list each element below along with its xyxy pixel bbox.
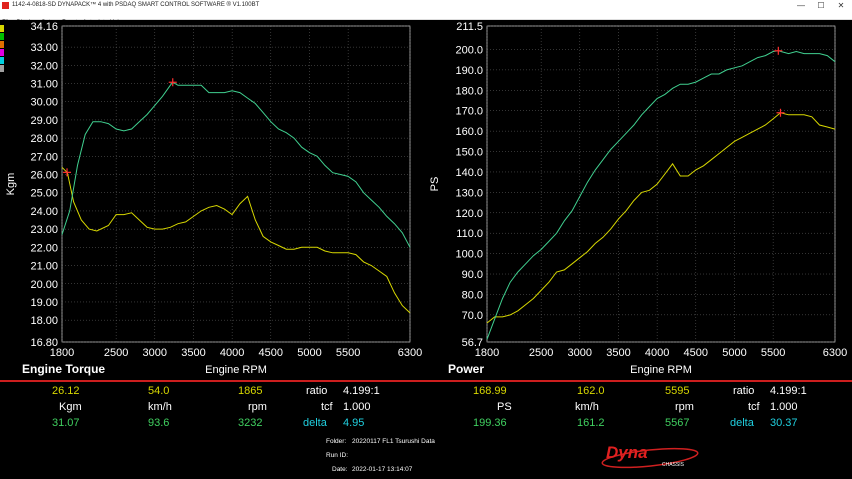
- power-x-tick: 1800: [475, 347, 499, 359]
- torque-x-tick: 5000: [297, 347, 321, 359]
- torque-y-tick: 28.00: [30, 133, 58, 145]
- torque-unit: Kgm: [59, 401, 82, 413]
- runid-label: Run ID:: [326, 452, 349, 459]
- power-y-axis-label: PS: [429, 177, 441, 192]
- date-value: 2022-01-17 13:14:07: [352, 466, 413, 473]
- torque-y-tick: 27.00: [30, 151, 58, 163]
- torque-y-tick: 21.00: [30, 261, 58, 273]
- torque-y-tick: 31.00: [30, 79, 58, 91]
- power-ratio-label: ratio: [733, 385, 755, 397]
- date-label: Date:: [332, 466, 348, 473]
- torque-y-tick: 18.00: [30, 315, 58, 327]
- power-rpm-unit: rpm: [675, 401, 694, 413]
- separator-line: [0, 380, 852, 382]
- power-delta-value: 30.37: [770, 417, 798, 429]
- power-ratio-value: 4.199:1: [770, 385, 807, 397]
- delta-label: delta: [303, 417, 327, 429]
- speed-unit: km/h: [148, 401, 172, 413]
- power-speed-cursor1-value: 162.0: [577, 385, 605, 397]
- power-y-tick: 110.0: [456, 228, 483, 240]
- torque-x-tick: 4000: [220, 347, 244, 359]
- power-y-tick: 200.0: [455, 44, 483, 56]
- folder-value: 20220117 FL1 Tsurushi Data: [352, 438, 435, 445]
- torque-y-tick: 24.00: [30, 206, 58, 218]
- power-x-axis-label: Engine RPM: [630, 364, 692, 376]
- power-cursor1-value: 168.99: [473, 385, 507, 397]
- rpm-unit: rpm: [248, 401, 267, 413]
- power-x-tick: 3000: [568, 347, 592, 359]
- rpm-cursor1-value: 1865: [238, 385, 263, 397]
- power-rpm-cursor2-value: 5567: [665, 417, 690, 429]
- power-x-tick: 3500: [606, 347, 630, 359]
- torque-chart: 34.16 33.00 32.00 31.00 30.00 29.00 28.00 27.00…: [5, 21, 847, 376]
- speed-cursor1-value: 54.0: [148, 385, 170, 397]
- torque-y-tick: 19.00: [30, 297, 58, 309]
- power-x-tick: 2500: [529, 347, 553, 359]
- power-y-tick: 190.0: [455, 65, 483, 77]
- power-y-tick: 170.0: [455, 106, 483, 118]
- power-tcf-label: tcf: [748, 401, 760, 413]
- torque-x-tick: 5500: [336, 347, 360, 359]
- ratio-value: 4.199:1: [343, 385, 380, 397]
- torque-x-tick: 3500: [181, 347, 205, 359]
- folder-label: Folder:: [326, 438, 347, 445]
- torque-y-tick: 20.00: [30, 279, 58, 291]
- power-y-tick: 80.0: [462, 289, 483, 301]
- torque-y-tick: 26.00: [30, 170, 58, 182]
- torque-x-tick: 4500: [259, 347, 283, 359]
- logo-sub: CHASSIS: [662, 462, 685, 468]
- power-chart-title: Power: [448, 362, 484, 376]
- power-y-tick: 211.5: [456, 21, 483, 33]
- power-speed-cursor2-value: 161.2: [577, 417, 605, 429]
- torque-chart-title: Engine Torque: [22, 362, 105, 376]
- power-x-tick: 4500: [684, 347, 708, 359]
- power-delta-label: delta: [730, 417, 754, 429]
- power-y-tick: 180.0: [455, 85, 483, 97]
- torque-y-tick: 29.00: [30, 115, 58, 127]
- torque-x-tick: 2500: [104, 347, 128, 359]
- power-x-tick: 5500: [761, 347, 785, 359]
- torque-x-axis-label: Engine RPM: [205, 364, 267, 376]
- ratio-label: ratio: [306, 385, 328, 397]
- power-unit: PS: [497, 401, 512, 413]
- logo-text: Dyna: [606, 443, 648, 462]
- power-x-tick: 4000: [645, 347, 669, 359]
- torque-x-tick: 6300: [398, 347, 422, 359]
- torque-cursor2-value: 31.07: [52, 417, 80, 429]
- torque-y-tick: 30.00: [30, 97, 58, 109]
- torque-y-tick: 34.16: [30, 21, 58, 33]
- torque-x-tick: 1800: [50, 347, 74, 359]
- power-y-tick: 160.0: [455, 126, 483, 138]
- speed-cursor2-value: 93.6: [148, 417, 170, 429]
- power-y-tick: 150.0: [455, 147, 483, 159]
- tcf-label: tcf: [321, 401, 333, 413]
- power-x-tick: 6300: [823, 347, 847, 359]
- power-y-tick: 120.0: [455, 208, 483, 220]
- power-x-tick: 5000: [722, 347, 746, 359]
- torque-y-tick: 23.00: [30, 224, 58, 236]
- power-rpm-cursor1-value: 5595: [665, 385, 690, 397]
- power-tcf-value: 1.000: [770, 401, 798, 413]
- tcf-value: 1.000: [343, 401, 371, 413]
- delta-value: 4.95: [343, 417, 365, 429]
- power-y-tick: 100.0: [455, 249, 483, 261]
- torque-x-tick: 3000: [143, 347, 167, 359]
- torque-y-tick: 25.00: [30, 188, 58, 200]
- power-y-tick: 130.0: [455, 187, 483, 199]
- power-y-tick: 70.0: [462, 310, 483, 322]
- power-cursor2-value: 199.36: [473, 417, 507, 429]
- torque-y-axis-label: Kgm: [5, 173, 17, 196]
- power-speed-unit: km/h: [575, 401, 599, 413]
- rpm-cursor2-value: 3232: [238, 417, 263, 429]
- torque-y-tick: 22.00: [30, 242, 58, 254]
- dynapack-logo: Dyna CHASSIS: [601, 443, 699, 469]
- torque-y-tick: 33.00: [30, 42, 58, 54]
- torque-cursor1-value: 26.12: [52, 385, 80, 397]
- torque-y-tick: 32.00: [30, 60, 58, 72]
- power-y-tick: 140.0: [455, 167, 483, 179]
- power-y-tick: 90.0: [462, 269, 483, 281]
